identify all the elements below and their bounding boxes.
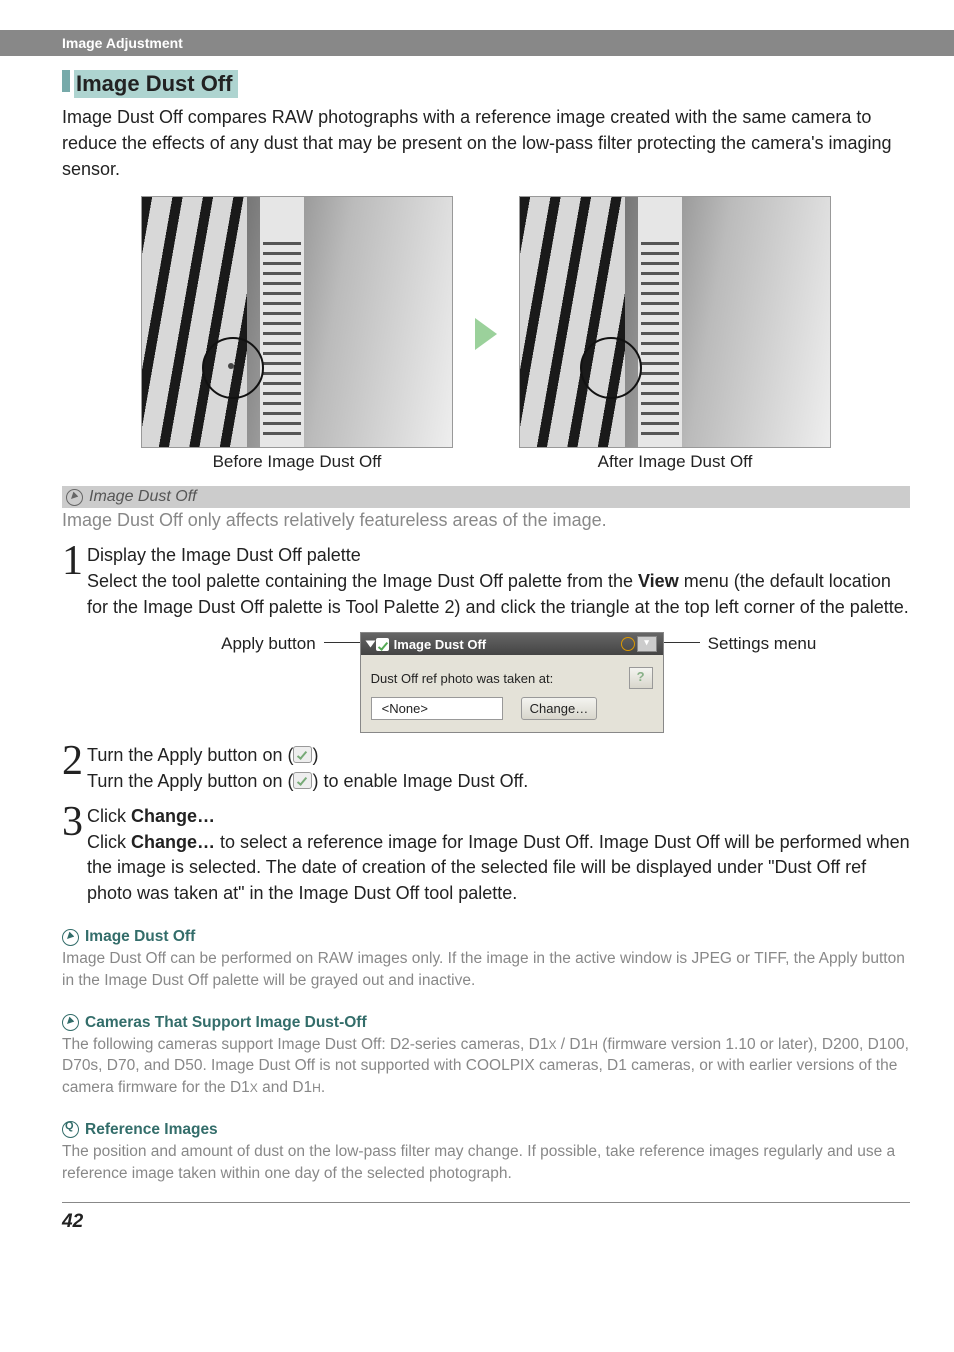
footnote-heading: Cameras That Support Image Dust-Off (62, 1014, 910, 1032)
footnote-heading: Image Dust Off (62, 928, 910, 946)
step-1: 1 Display the Image Dust Off palette Sel… (62, 543, 910, 620)
disclosure-triangle-icon[interactable] (365, 641, 375, 648)
intro-text: Image Dust Off compares RAW photographs … (62, 104, 910, 182)
note-title: Image Dust Off (89, 488, 197, 506)
apply-check-icon (293, 746, 312, 763)
image-dust-off-palette: Image Dust Off ▾ Dust Off ref photo was … (360, 632, 664, 733)
before-image (141, 196, 453, 448)
status-lamp-icon (621, 637, 635, 651)
view-menu-ref: View (638, 571, 679, 591)
comparison-row: Before Image Dust Off After Image Dust O… (62, 196, 910, 472)
section-heading: Image Dust Off (74, 70, 238, 98)
step-number: 3 (62, 804, 83, 906)
step-text: Click Change… to select a reference imag… (87, 832, 910, 903)
step-3: 3 Click Change… Click Change… to select … (62, 804, 910, 906)
before-caption: Before Image Dust Off (141, 452, 453, 472)
step-title: Click Change… (87, 806, 215, 826)
footnote-text: The following cameras support Image Dust… (62, 1034, 910, 1099)
step-text-a: Select the tool palette containing the I… (87, 571, 638, 591)
step-2: 2 Turn the Apply button on () Turn the A… (62, 743, 910, 794)
apply-check-icon (293, 772, 312, 789)
step-title: Display the Image Dust Off palette (87, 545, 361, 565)
footnote-text: Image Dust Off can be performed on RAW i… (62, 948, 910, 991)
palette-diagram: Apply button Image Dust Off ▾ Dust Off r… (62, 632, 910, 733)
note-title-bar: Image Dust Off (62, 486, 910, 508)
after-caption: After Image Dust Off (519, 452, 831, 472)
settings-menu-button[interactable]: ▾ (637, 636, 657, 652)
apply-checkbox[interactable] (376, 638, 389, 651)
breadcrumb: Image Adjustment (0, 30, 954, 56)
footnote-heading: Reference Images (62, 1121, 910, 1139)
page-number: 42 (62, 1211, 910, 1233)
step-number: 1 (62, 543, 83, 620)
change-button[interactable]: Change… (521, 697, 598, 720)
pencil-icon (62, 1014, 79, 1031)
note-icon (66, 489, 83, 506)
palette-field-label: Dust Off ref photo was taken at: (371, 671, 554, 686)
note-body: Image Dust Off only affects relatively f… (62, 508, 910, 533)
arrow-right-icon (475, 318, 497, 350)
step-text: Turn the Apply button on () to enable Im… (87, 771, 528, 791)
footnote-text: The position and amount of dust on the l… (62, 1141, 910, 1184)
after-image (519, 196, 831, 448)
ref-photo-value: <None> (371, 697, 503, 720)
help-button[interactable]: ? (629, 667, 653, 689)
pencil-icon (62, 929, 79, 946)
step-number: 2 (62, 743, 83, 794)
step-title: Turn the Apply button on () (87, 745, 318, 765)
palette-title-text: Image Dust Off (394, 637, 486, 652)
settings-menu-label: Settings menu (708, 632, 817, 654)
magnifier-icon (62, 1121, 79, 1138)
palette-titlebar: Image Dust Off ▾ (361, 633, 663, 655)
heading-marker (62, 70, 70, 92)
apply-button-label: Apply button (156, 632, 316, 654)
footer-rule (62, 1202, 910, 1203)
